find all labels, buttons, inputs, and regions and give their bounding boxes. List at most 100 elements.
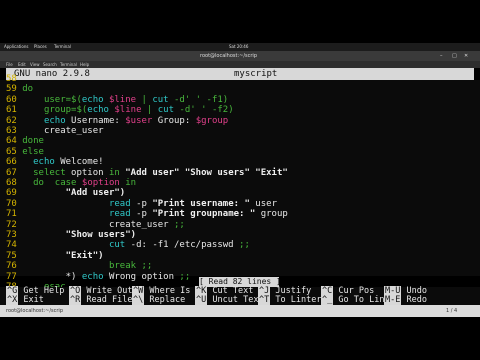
line-number: 72 — [6, 219, 17, 230]
maximize-icon[interactable]: □ — [452, 51, 457, 61]
code-line[interactable]: 62 echo Username: $user Group: $group — [6, 116, 228, 126]
code-token: -p — [130, 209, 153, 220]
terminal-titlebar[interactable]: root@localhost:~/scrip – □ ✕ — [0, 51, 480, 61]
code-token: cut — [157, 105, 175, 116]
line-number: 61 — [6, 105, 17, 116]
shortcut-item[interactable]: ^X Exit — [6, 295, 44, 305]
code-token: echo — [87, 105, 115, 116]
code-token: -d' ' -f1) — [168, 94, 229, 105]
code-token: group=$( — [22, 105, 88, 116]
shortcut-key: ^\ — [132, 295, 145, 305]
code-line[interactable]: 63 create_user — [6, 126, 104, 136]
shortcut-label: Exit — [23, 295, 44, 305]
line-number: 75 — [6, 250, 17, 261]
taskbar: root@localhost:~/scrip 1 / 4 — [0, 305, 480, 317]
close-icon[interactable]: ✕ — [464, 51, 468, 61]
line-number: 63 — [6, 126, 17, 136]
line-number: 60 — [6, 94, 17, 105]
code-line[interactable]: 61 group=$(echo $line | cut -d' ' -f2) — [6, 105, 234, 115]
code-line[interactable]: 77 *) echo Wrong option ;; — [6, 272, 190, 282]
code-line[interactable]: 60 user=$(echo $line | cut -d' ' -f1) — [6, 95, 228, 105]
code-token: user=$( — [22, 94, 82, 105]
menu-help[interactable]: Help — [80, 61, 89, 68]
code-token: group — [255, 209, 288, 220]
menu-view[interactable]: View — [30, 61, 40, 68]
line-number: 67 — [6, 167, 17, 178]
code-token: ;; — [179, 271, 191, 282]
clock[interactable]: Sat 20:46 — [229, 43, 248, 51]
line-number: 77 — [6, 271, 17, 282]
nano-filename: myscript — [234, 69, 278, 79]
code-token: create_user — [22, 219, 174, 230]
code-token: ;; — [173, 219, 185, 230]
code-token: create_user — [22, 126, 104, 136]
code-line[interactable]: 65 else — [6, 147, 44, 157]
code-line[interactable]: 76 break ;; — [6, 261, 152, 271]
line-number: 59 — [6, 84, 17, 95]
code-token: else — [22, 146, 44, 157]
line-number: 66 — [6, 157, 17, 168]
code-line[interactable]: 58 — [6, 74, 22, 84]
code-token: "Show users") — [22, 230, 137, 240]
places-menu[interactable]: Places — [34, 43, 47, 51]
code-line[interactable]: 74 cut -d: -f1 /etc/passwd ;; — [6, 240, 250, 250]
code-token: echo — [81, 271, 104, 282]
code-token: | — [141, 105, 158, 116]
shortcut-label: Go To Line — [338, 295, 390, 305]
code-token: $user — [125, 115, 153, 126]
shortcut-item[interactable]: ^\ Replace — [132, 295, 185, 305]
code-token: | — [136, 94, 153, 105]
code-line[interactable]: 71 read -p "Print groupname: " group — [6, 209, 288, 219]
code-line[interactable]: 66 echo Welcome! — [6, 157, 104, 167]
code-token: Wrong option — [103, 271, 180, 282]
code-line[interactable]: 67 select option in "Add user" "Show use… — [6, 168, 288, 178]
code-token: done — [22, 136, 44, 147]
shortcut-item[interactable]: ^T To Linter — [258, 295, 322, 305]
line-number: 76 — [6, 261, 17, 272]
shortcut-item[interactable]: ^U Uncut Text — [195, 295, 264, 305]
menu-terminal[interactable]: Terminal — [60, 61, 77, 68]
shortcut-label: Redo — [406, 295, 427, 305]
code-line[interactable]: 72 create_user ;; — [6, 220, 185, 230]
menu-search[interactable]: Search — [43, 61, 57, 68]
menu-file[interactable]: File — [6, 61, 13, 68]
line-number: 62 — [6, 115, 17, 126]
code-line[interactable]: 73 "Show users") — [6, 230, 136, 240]
code-token: user — [249, 198, 277, 209]
code-token: $line — [114, 105, 142, 116]
shortcut-label: To Linter — [275, 295, 322, 305]
window-title: root@localhost:~/scrip — [200, 53, 257, 59]
minimize-icon[interactable]: – — [440, 51, 443, 61]
code-line[interactable]: 70 read -p "Print username: " user — [6, 199, 277, 209]
code-line[interactable]: 75 "Exit") — [6, 251, 104, 261]
line-number: 71 — [6, 209, 17, 220]
code-token: Group: — [152, 115, 196, 126]
code-line[interactable]: 64 done — [6, 136, 44, 146]
code-token: "Print groupname: " — [152, 209, 256, 220]
nano-version: GNU nano 2.9.8 — [14, 69, 90, 79]
code-token: do — [22, 84, 34, 95]
shortcut-item[interactable]: ^R Read File — [69, 295, 132, 305]
shortcut-item[interactable]: ^_ Go To Line — [321, 295, 390, 305]
code-token: -p — [130, 198, 153, 209]
code-token: echo — [33, 157, 55, 168]
shortcut-item[interactable]: M-E Redo — [384, 295, 427, 305]
menu-edit[interactable]: Edit — [18, 61, 26, 68]
line-number: 70 — [6, 198, 17, 209]
terminal-app-menu[interactable]: Terminal — [54, 43, 71, 51]
line-number: 74 — [6, 240, 17, 251]
editor-area[interactable]: 58 59 do 60 user=$(echo $line | cut -d' '… — [0, 74, 480, 302]
workspace-pager[interactable]: 1 / 4 — [446, 305, 457, 317]
code-line[interactable]: 68 do case $option in — [6, 178, 136, 188]
letterbox-top — [0, 0, 480, 43]
code-token: Welcome! — [54, 157, 104, 168]
line-number: 68 — [6, 178, 17, 188]
line-number: 64 — [6, 136, 17, 147]
taskbar-terminal-task[interactable]: root@localhost:~/scrip — [6, 305, 63, 317]
line-number: 58 — [6, 74, 17, 84]
code-line[interactable]: 59 do — [6, 84, 33, 94]
applications-menu[interactable]: Applications — [4, 43, 28, 51]
code-line[interactable]: 69 "Add user") — [6, 188, 125, 198]
